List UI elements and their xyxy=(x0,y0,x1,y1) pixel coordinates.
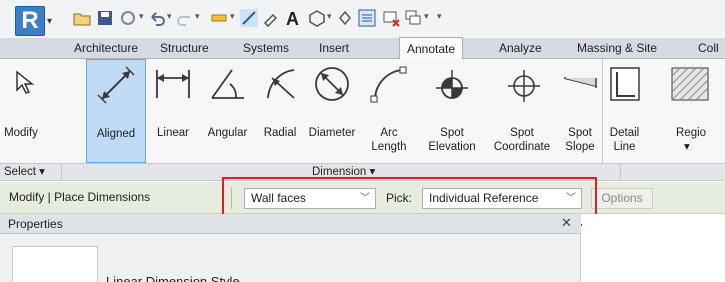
tool-label: Line xyxy=(613,141,636,153)
chevron-down-icon[interactable]: ▾ xyxy=(167,11,172,22)
tool-label: Spot xyxy=(440,127,464,139)
reference-select-value: Wall faces xyxy=(251,191,306,205)
tab-massing-site[interactable]: Massing & Site xyxy=(577,38,657,59)
quick-access-toolbar: R ▾ ▾ ▾ ▾ ▾ A ▾ ▾ ▾ xyxy=(0,0,725,38)
chevron-down-icon[interactable]: ▾ xyxy=(139,11,144,22)
divider xyxy=(231,187,232,209)
context-title: Modify | Place Dimensions xyxy=(9,190,151,204)
properties-header: Properties ✕ xyxy=(0,214,581,234)
chevron-down-icon: ﹀ xyxy=(360,193,370,204)
ribbon-panel-labels: Select ▾ Dimension ▾ xyxy=(0,163,725,181)
tool-label: Regio xyxy=(676,127,707,139)
detail-line-icon xyxy=(609,67,640,101)
select-panel-dropdown[interactable]: Select ▾ xyxy=(0,164,62,180)
properties-title: Properties xyxy=(8,217,63,231)
reference-select[interactable]: Wall faces ﹀ xyxy=(244,188,376,209)
aligned-dimension-button[interactable]: Aligned xyxy=(86,59,146,163)
panel-divider xyxy=(620,164,621,180)
tab-annotate[interactable]: Annotate xyxy=(399,37,464,59)
customize-toolbar-icon[interactable]: ▾ xyxy=(437,11,442,22)
tab-analyze[interactable]: Analyze xyxy=(499,38,542,59)
region-button[interactable]: Regio ▾ xyxy=(646,59,725,163)
spot-elevation-icon xyxy=(436,70,468,99)
tag-icon[interactable] xyxy=(262,9,280,27)
tab-systems[interactable]: Systems xyxy=(243,38,289,59)
spot-slope-button[interactable]: Spot Slope xyxy=(558,59,602,163)
chevron-down-icon: ▾ xyxy=(684,141,690,153)
application-menu-button[interactable]: R xyxy=(15,6,45,36)
type-preview-image xyxy=(12,246,98,282)
spot-slope-icon xyxy=(563,77,597,88)
tool-label: Spot xyxy=(510,127,534,139)
detail-line-button[interactable]: Detail Line xyxy=(602,59,646,163)
aligned-dimension-icon xyxy=(97,66,135,104)
save-icon[interactable] xyxy=(96,9,114,27)
spot-coordinate-button[interactable]: Spot Coordinate xyxy=(486,59,558,163)
tool-label: Arc xyxy=(380,127,398,139)
diameter-dimension-icon xyxy=(315,67,349,101)
tool-label: Detail xyxy=(609,127,640,139)
measure-icon[interactable] xyxy=(210,9,228,27)
spot-coordinate-icon xyxy=(508,70,540,102)
chevron-down-icon[interactable]: ▾ xyxy=(47,16,52,27)
open-folder-icon[interactable] xyxy=(73,9,91,27)
options-button[interactable]: Options xyxy=(591,188,653,209)
chevron-down-icon[interactable]: ▾ xyxy=(327,11,332,22)
linear-dimension-icon xyxy=(156,70,190,98)
tab-architecture[interactable]: Architecture xyxy=(74,38,138,59)
region-icon xyxy=(671,67,709,101)
linear-dimension-button[interactable]: Linear xyxy=(147,59,199,163)
tool-label: Linear xyxy=(157,127,189,139)
sync-icon[interactable] xyxy=(119,9,137,27)
ribbon-tabs: Architecture Structure Systems Insert An… xyxy=(0,37,725,59)
redo-icon[interactable] xyxy=(176,9,194,27)
dimension-panel-dropdown[interactable]: Dimension ▾ xyxy=(312,164,375,180)
tab-structure[interactable]: Structure xyxy=(160,38,209,59)
angular-dimension-icon xyxy=(210,69,244,99)
section-icon[interactable] xyxy=(336,9,354,27)
close-icon[interactable]: ✕ xyxy=(561,215,572,231)
pick-label: Pick: xyxy=(386,191,413,205)
thin-lines-icon[interactable] xyxy=(358,9,376,27)
text-icon[interactable]: A xyxy=(284,9,302,27)
tool-label: Spot xyxy=(568,127,592,139)
switch-windows-icon[interactable] xyxy=(404,9,422,27)
pick-select-value: Individual Reference xyxy=(429,191,539,205)
close-hidden-windows-icon[interactable] xyxy=(382,9,400,27)
radial-dimension-icon xyxy=(267,69,295,99)
tool-label: Coordinate xyxy=(493,141,551,153)
chevron-down-icon: ﹀ xyxy=(563,189,576,208)
tab-collaborate[interactable]: Coll xyxy=(698,38,719,59)
3d-view-icon[interactable] xyxy=(308,9,326,27)
arc-length-icon xyxy=(370,66,407,103)
cursor-arrow-icon xyxy=(16,70,35,94)
chevron-down-icon[interactable]: ▾ xyxy=(195,11,200,22)
radial-dimension-button[interactable]: Radial xyxy=(256,59,304,163)
tool-label: Radial xyxy=(263,127,297,139)
undo-icon[interactable] xyxy=(148,9,166,27)
aligned-dimension-icon[interactable] xyxy=(240,9,258,27)
tool-label: Angular xyxy=(207,127,248,139)
options-bar: Modify | Place Dimensions Wall faces ﹀ P… xyxy=(0,182,725,214)
tool-label: Diameter xyxy=(308,127,356,139)
chevron-down-icon[interactable]: ▾ xyxy=(230,11,235,22)
modify-tool-button[interactable]: Modify xyxy=(0,59,42,163)
svg-text:A: A xyxy=(286,9,299,27)
angular-dimension-button[interactable]: Angular xyxy=(199,59,256,163)
tab-insert[interactable]: Insert xyxy=(319,38,349,59)
drawing-area[interactable] xyxy=(582,214,725,282)
spot-elevation-button[interactable]: Spot Elevation xyxy=(418,59,486,163)
type-selector-label[interactable]: Linear Dimension Style xyxy=(106,274,240,282)
tool-label: Aligned xyxy=(96,128,136,140)
ribbon-panel: Modify Aligned Linear Angular Radial Dia… xyxy=(0,59,725,163)
pick-select[interactable]: Individual Reference ﹀ xyxy=(422,188,582,209)
properties-body: Linear Dimension Style xyxy=(0,234,581,282)
chevron-down-icon[interactable]: ▾ xyxy=(424,11,429,22)
tool-label: Length xyxy=(371,141,407,153)
arc-length-button[interactable]: Arc Length xyxy=(360,59,418,163)
tool-label: Modify xyxy=(4,127,38,139)
tool-label: Slope xyxy=(565,141,595,153)
tool-label: Elevation xyxy=(428,141,476,153)
diameter-dimension-button[interactable]: Diameter xyxy=(304,59,360,163)
